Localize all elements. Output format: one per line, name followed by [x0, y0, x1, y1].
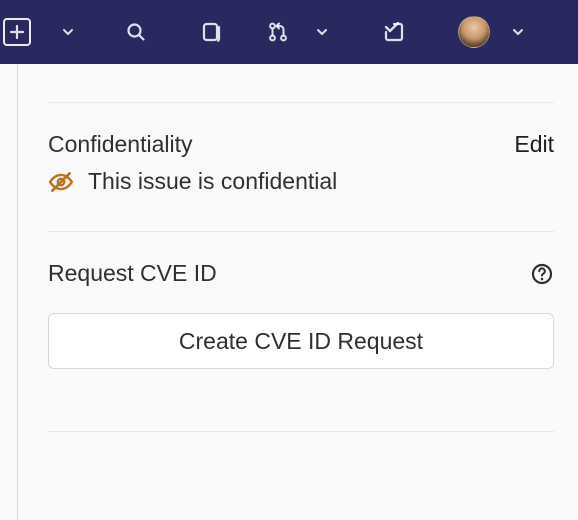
issues-link[interactable]: [188, 8, 236, 56]
eye-slash-icon: [48, 169, 74, 195]
new-item-dropdown[interactable]: [52, 8, 84, 56]
user-menu[interactable]: [450, 8, 498, 56]
merge-requests-dropdown[interactable]: [306, 8, 338, 56]
issues-icon: [201, 21, 223, 43]
new-item-button[interactable]: [0, 8, 48, 56]
sidebar-edge: [0, 64, 18, 520]
plus-icon: [3, 18, 31, 46]
todos-link[interactable]: [370, 8, 418, 56]
user-menu-dropdown[interactable]: [502, 8, 534, 56]
avatar: [458, 16, 490, 48]
divider: [48, 431, 554, 432]
issue-sidebar-panel: Confidentiality Edit This issue is confi…: [18, 64, 578, 520]
help-icon[interactable]: [530, 262, 554, 286]
cve-title: Request CVE ID: [48, 260, 217, 287]
top-navbar: [0, 0, 578, 64]
merge-request-icon: [267, 21, 289, 43]
search-button[interactable]: [112, 8, 160, 56]
chevron-down-icon: [61, 25, 75, 39]
confidentiality-edit-button[interactable]: Edit: [514, 131, 554, 158]
create-cve-request-button[interactable]: Create CVE ID Request: [48, 313, 554, 369]
confidentiality-message: This issue is confidential: [88, 168, 337, 195]
create-cve-request-label: Create CVE ID Request: [179, 328, 423, 355]
todo-icon: [383, 21, 405, 43]
chevron-down-icon: [315, 25, 329, 39]
confidentiality-section: Confidentiality Edit This issue is confi…: [48, 103, 554, 195]
merge-requests-link[interactable]: [254, 8, 302, 56]
cve-section: Request CVE ID Create CVE ID Request: [48, 232, 554, 369]
search-icon: [125, 21, 147, 43]
chevron-down-icon: [511, 25, 525, 39]
confidentiality-title: Confidentiality: [48, 131, 192, 158]
